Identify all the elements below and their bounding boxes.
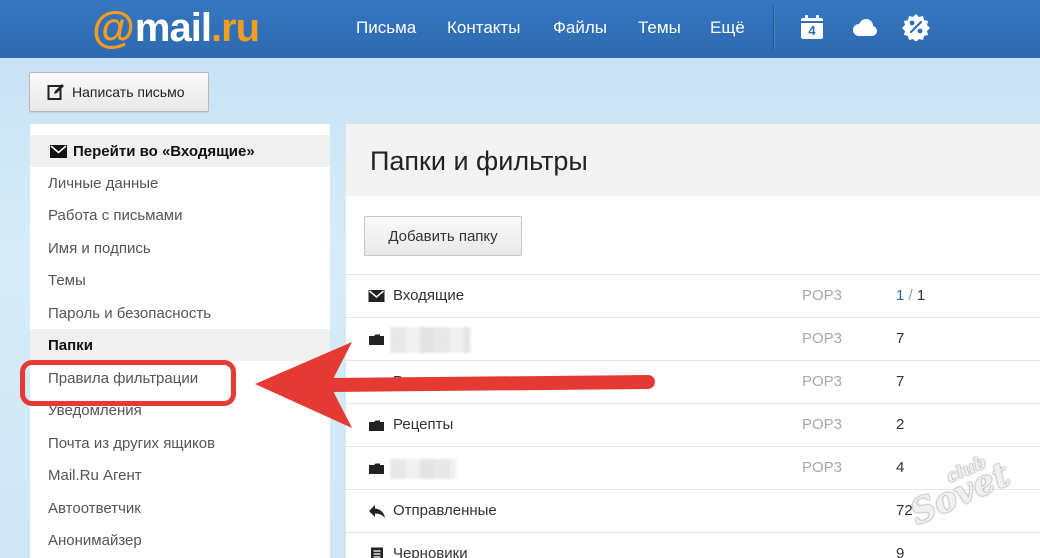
sidebar-item-label: Почта из других ящиков [48, 434, 216, 452]
folder-protocol: POP3 [802, 416, 843, 433]
sidebar-item-security[interactable]: Пароль и безопасность [30, 297, 330, 329]
envelope-icon [368, 290, 385, 302]
folder-count: 4 [896, 459, 905, 476]
folder-protocol: POP3 [802, 287, 843, 304]
nav-files[interactable]: Файлы [553, 18, 607, 38]
sidebar-item-label: Автоответчик [48, 499, 141, 517]
folder-row-drafts[interactable]: Черновики 9 [346, 532, 1040, 558]
folder-count: 2 [896, 416, 905, 433]
logo-domain: .ru [210, 5, 260, 50]
sidebar-item-other-mailboxes[interactable]: Почта из других ящиков [30, 427, 330, 459]
blurred-folder-name [390, 459, 456, 479]
folder-row[interactable]: POP3 7 [346, 317, 1040, 360]
compose-button[interactable]: Написать письмо [29, 72, 209, 112]
panel-header: Папки и фильтры [346, 124, 1040, 196]
nav-more[interactable]: Ещё [710, 18, 745, 38]
sidebar-item-label: Темы [48, 271, 86, 289]
sidebar-item-agent[interactable]: Mail.Ru Агент [30, 459, 330, 491]
sidebar-item-label: Папки [48, 336, 93, 354]
sidebar-item-label: Анонимайзер [48, 531, 142, 549]
folder-row[interactable]: POP3 4 [346, 446, 1040, 489]
folder-name: Черновики [393, 545, 468, 558]
goto-inbox-label: Перейти во «Входящие» [73, 142, 255, 160]
folder-protocol: POP3 [802, 373, 843, 390]
folder-name: Входящие [393, 287, 465, 304]
add-folder-button[interactable]: Добавить папку [364, 216, 522, 256]
sidebar-item-folders[interactable]: Папки [30, 329, 330, 361]
logo-name: mail [134, 5, 212, 50]
sidebar-item-mail-work[interactable]: Работа с письмами [30, 199, 330, 231]
folder-count: 1 / 1 [896, 287, 926, 304]
goto-inbox-link[interactable]: Перейти во «Входящие» [30, 135, 330, 167]
folder-icon [369, 334, 384, 345]
folder-icon [369, 420, 384, 431]
sidebar-item-anonymizer[interactable]: Анонимайзер [30, 524, 330, 556]
calendar-day: 4 [808, 23, 816, 38]
settings-sidebar: Перейти во «Входящие» Личные данные Рабо… [30, 124, 330, 558]
folder-count: 72 [896, 502, 913, 519]
folder-row-sent[interactable]: Отправленные 72 [346, 489, 1040, 532]
cloud-icon[interactable] [849, 14, 879, 42]
sidebar-item-label: Mail.Ru Агент [48, 466, 142, 484]
sidebar-item-themes[interactable]: Темы [30, 264, 330, 296]
sidebar-item-label: Пароль и безопасность [48, 304, 212, 322]
nav-themes[interactable]: Темы [638, 18, 681, 38]
draft-icon [371, 547, 383, 558]
folder-row-registration[interactable]: Регистрация POP3 7 [346, 360, 1040, 403]
total-count: 1 [916, 287, 926, 304]
folder-count: 9 [896, 545, 905, 558]
sidebar-item-personal[interactable]: Личные данные [30, 167, 330, 199]
folder-icon [369, 377, 384, 388]
reply-icon [369, 505, 385, 518]
folder-protocol: POP3 [802, 459, 843, 476]
sidebar-item-label: Имя и подпись [48, 239, 151, 257]
mail-ru-logo[interactable]: @ mail .ru [92, 3, 260, 52]
edit-icon [47, 84, 64, 100]
logo-at: @ [92, 3, 135, 52]
folder-protocol: POP3 [802, 330, 843, 347]
calendar-icon[interactable]: 4 [798, 13, 826, 41]
discount-icon[interactable] [902, 13, 930, 42]
sidebar-item-autoresponder[interactable]: Автоответчик [30, 492, 330, 524]
nav-contacts[interactable]: Контакты [447, 18, 520, 38]
sidebar-item-label: Личные данные [48, 174, 159, 192]
folder-row-inbox[interactable]: Входящие POP3 1 / 1 [346, 274, 1040, 317]
folder-name: Рецепты [393, 416, 454, 433]
nav-letters[interactable]: Письма [356, 18, 416, 38]
nav-divider [773, 6, 774, 50]
blurred-folder-name [390, 327, 470, 353]
folder-name: Регистрация [393, 373, 481, 390]
folder-icon [369, 463, 384, 474]
folder-name: Отправленные [393, 502, 497, 519]
folder-row-recipes[interactable]: Рецепты POP3 2 [346, 403, 1040, 446]
sidebar-item-name-signature[interactable]: Имя и подпись [30, 232, 330, 264]
folders-panel: Папки и фильтры Добавить папку Входящие … [346, 124, 1040, 558]
folder-count: 7 [896, 373, 905, 390]
compose-label: Написать письмо [72, 84, 185, 100]
folder-count: 7 [896, 330, 905, 347]
page-title: Папки и фильтры [370, 146, 588, 176]
envelope-icon [50, 144, 67, 158]
sidebar-item-label: Работа с письмами [48, 206, 183, 224]
top-bar: @ mail .ru Письма Контакты Файлы Темы Ещё … [0, 0, 1040, 58]
highlight-frame [20, 360, 236, 406]
